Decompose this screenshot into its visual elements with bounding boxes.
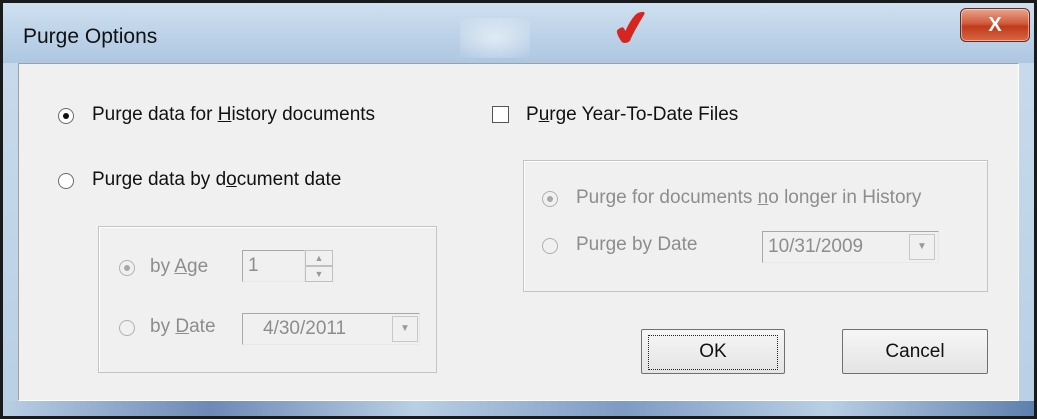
age-spin-down-button[interactable]: ▼ <box>305 266 333 282</box>
purge-by-date-label[interactable]: Purge data by document date <box>92 169 341 191</box>
document-date-groupbox <box>98 226 437 373</box>
purge-ytd-by-date-radio[interactable] <box>542 238 558 254</box>
title-bar-glow <box>460 18 530 58</box>
by-date-label[interactable]: by Date <box>150 316 216 338</box>
close-button[interactable]: X <box>960 8 1030 42</box>
age-input[interactable]: 1 <box>242 250 305 282</box>
ytd-date-dropdown-icon[interactable]: ▼ <box>909 234 935 260</box>
purge-history-label[interactable]: Purge data for History documents <box>92 104 375 126</box>
ok-button[interactable]: OK <box>641 329 785 374</box>
ytd-groupbox <box>523 160 988 292</box>
by-age-radio[interactable] <box>119 260 135 276</box>
by-date-radio[interactable] <box>119 320 135 336</box>
purge-ytd-by-date-label[interactable]: Purge by Date <box>576 234 697 256</box>
by-date-dropdown-icon[interactable]: ▼ <box>392 316 418 342</box>
purge-ytd-label[interactable]: Purge Year-To-Date Files <box>526 104 738 126</box>
red-checkmark-icon: ✔ <box>607 0 657 60</box>
purge-ytd-checkbox[interactable] <box>492 106 509 123</box>
ok-button-label: OK <box>648 335 778 370</box>
window-bottom-border <box>3 401 1034 416</box>
purge-history-radio[interactable] <box>58 108 74 124</box>
window-title: Purge Options <box>23 25 158 48</box>
by-age-label[interactable]: by Age <box>150 256 208 278</box>
purge-by-date-radio[interactable] <box>58 173 74 189</box>
purge-no-longer-label[interactable]: Purge for documents no longer in History <box>576 187 921 209</box>
cancel-button[interactable]: Cancel <box>842 329 988 374</box>
purge-no-longer-radio[interactable] <box>542 191 558 207</box>
age-spin-up-button[interactable]: ▲ <box>305 250 333 266</box>
